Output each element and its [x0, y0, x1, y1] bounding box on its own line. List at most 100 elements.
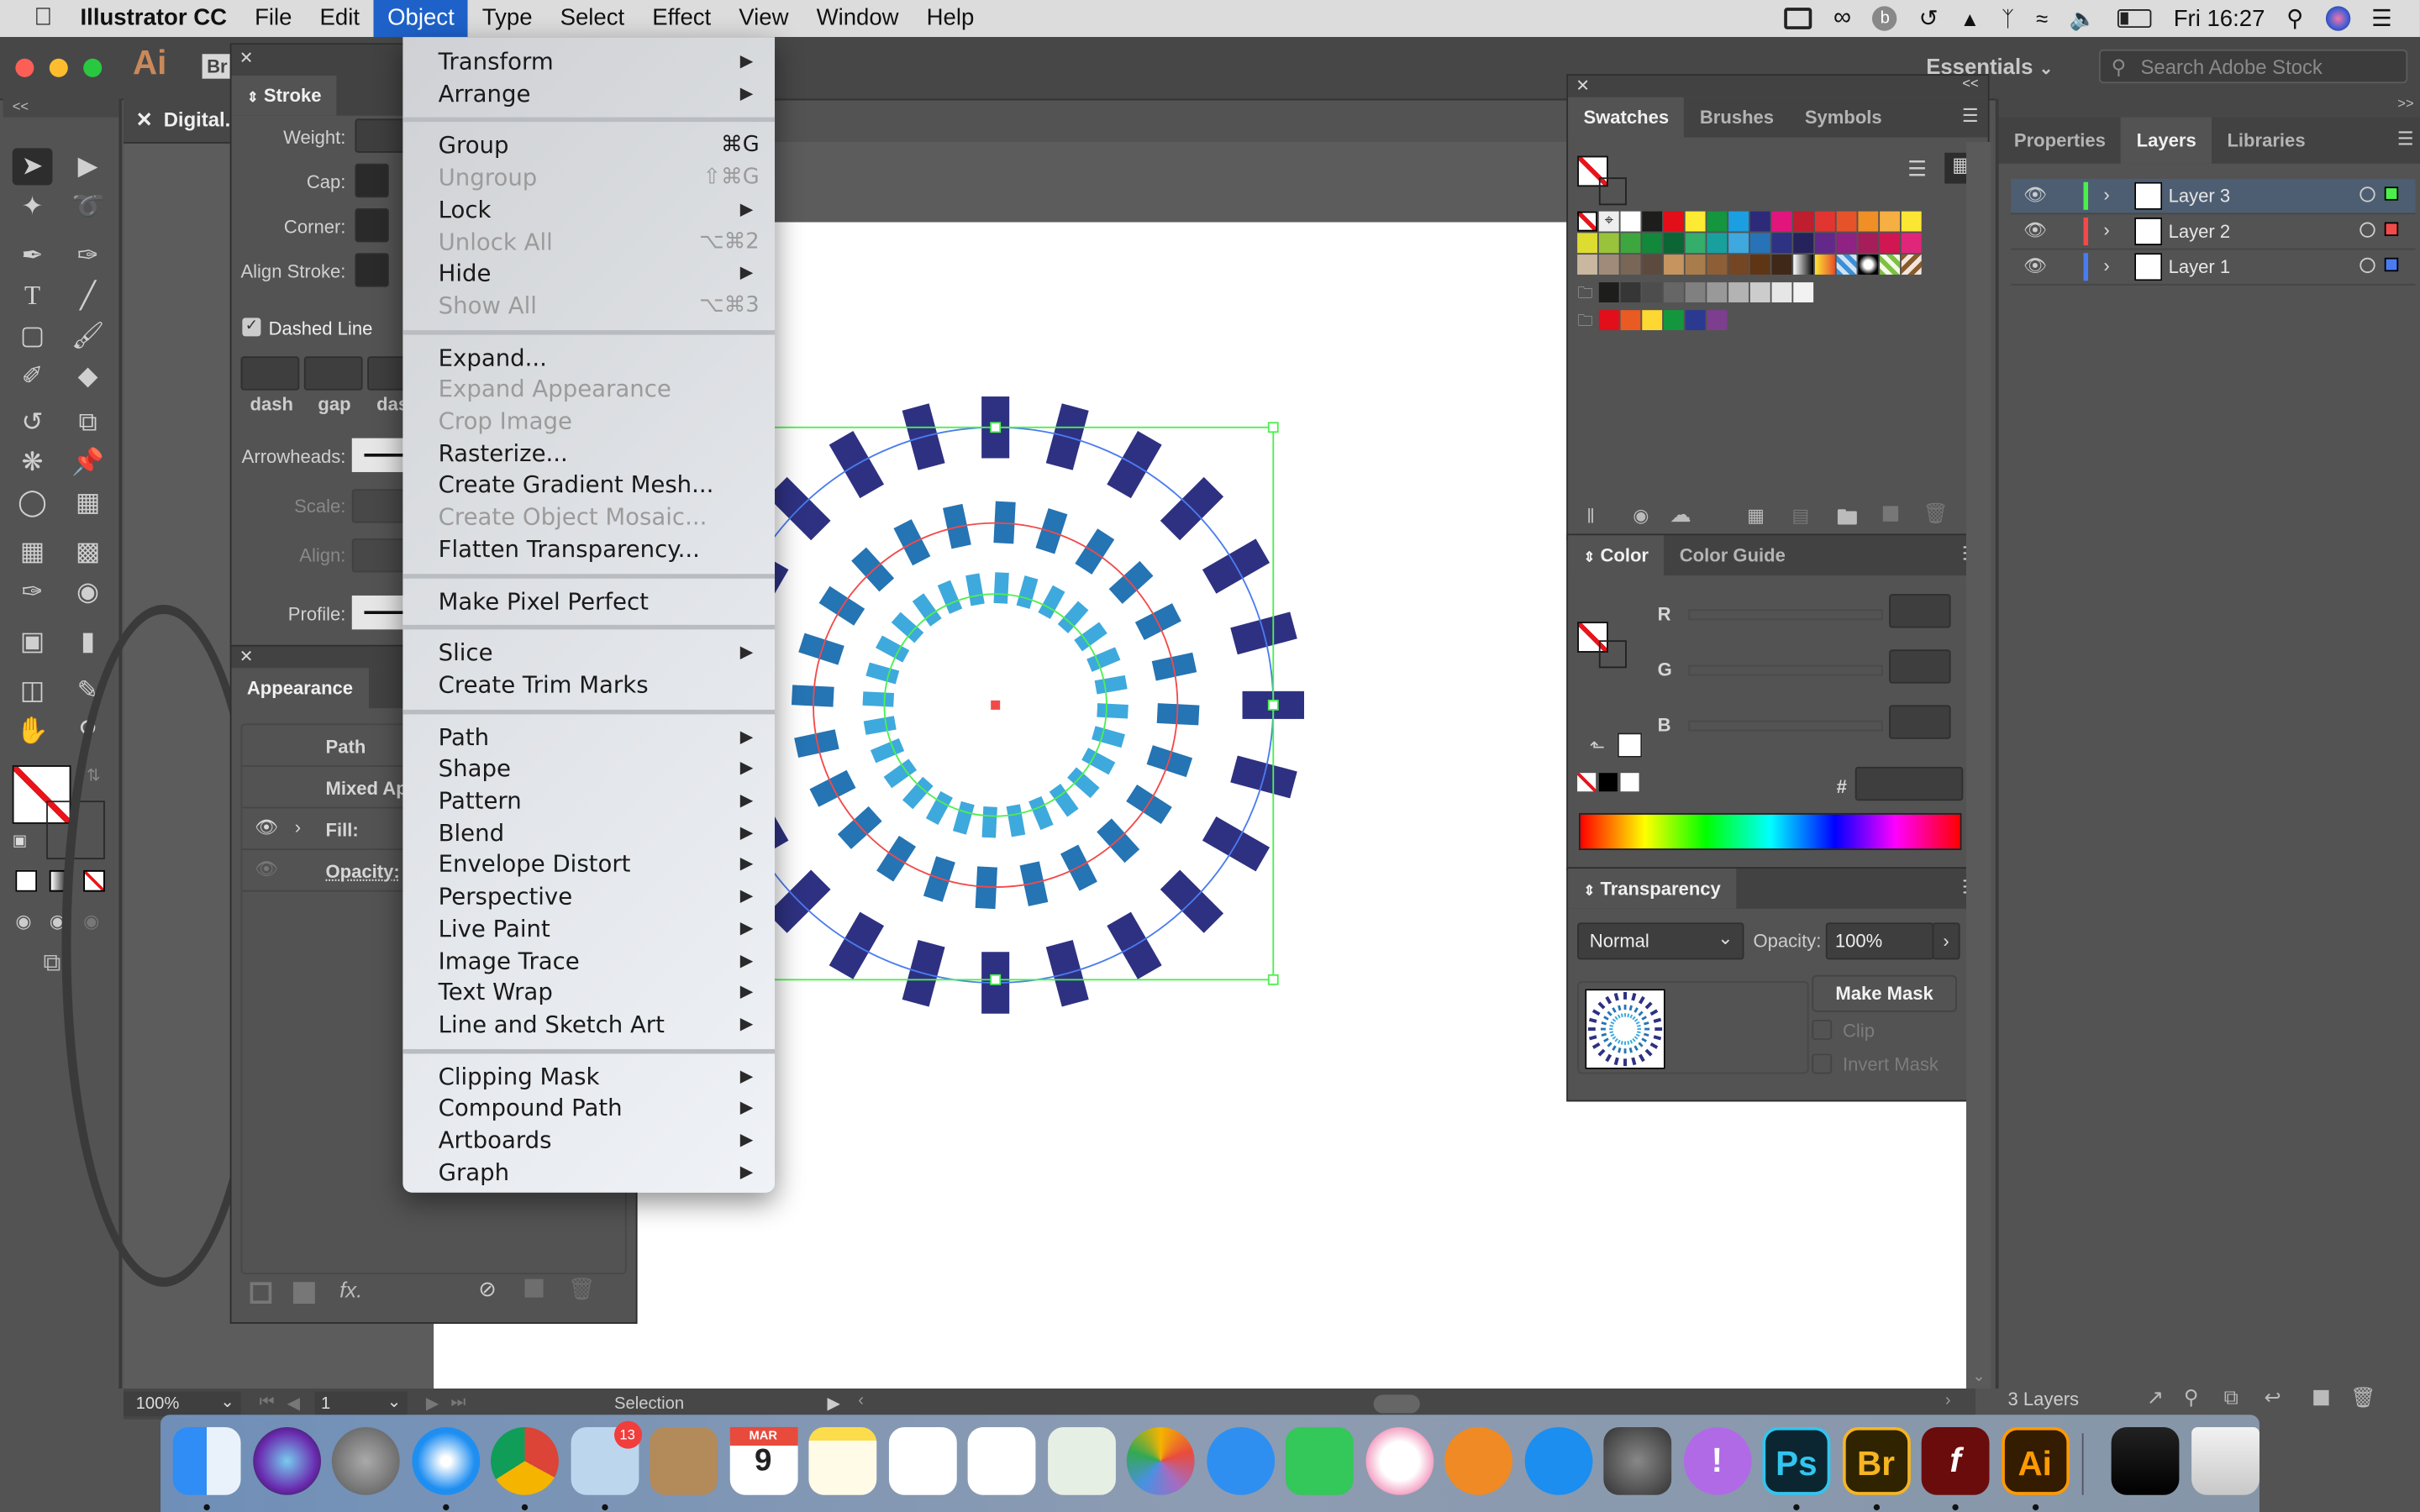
expand-chevron-icon[interactable]: ›: [295, 816, 301, 838]
swatch[interactable]: [1707, 233, 1728, 254]
swatch[interactable]: [1620, 233, 1641, 254]
visibility-eye-icon[interactable]: 👁: [2023, 219, 2047, 241]
swatch[interactable]: [1685, 282, 1706, 302]
app-menu[interactable]: Illustrator CC: [66, 0, 241, 37]
symbol-sprayer-tool-icon[interactable]: ▣: [13, 623, 53, 660]
channel-b-slider[interactable]: [1688, 720, 1883, 732]
tab-properties[interactable]: Properties: [1999, 118, 2122, 164]
menu-edit[interactable]: Edit: [306, 0, 374, 37]
dock-ibooks-icon[interactable]: [1444, 1426, 1512, 1495]
vertical-scrollbar[interactable]: ⌄: [1965, 141, 1991, 1389]
swatch[interactable]: [1620, 282, 1641, 302]
swatch[interactable]: [1598, 233, 1619, 254]
swatch-pattern[interactable]: [1901, 255, 1922, 275]
bluetooth-icon[interactable]: ᛉ: [2002, 6, 2014, 30]
dock-siri-icon[interactable]: [252, 1426, 321, 1495]
swatch[interactable]: [1814, 211, 1835, 232]
close-panel-icon[interactable]: ✕: [239, 48, 254, 68]
swatch[interactable]: [1728, 233, 1749, 254]
airplay-icon[interactable]: ▲: [1960, 7, 1980, 30]
menu-item-clipping-mask[interactable]: Clipping Mask ▶: [402, 1061, 775, 1092]
export-icon[interactable]: ↗: [2147, 1385, 2164, 1410]
menu-item-live-paint[interactable]: Live Paint ▶: [402, 913, 775, 944]
clear-appearance-icon[interactable]: ⊘: [478, 1276, 497, 1302]
menu-item-lock[interactable]: Lock ▶: [402, 194, 775, 225]
color-mode-button[interactable]: [15, 869, 38, 892]
shaper-tool-icon[interactable]: ✐: [13, 358, 53, 395]
tab-color[interactable]: ⇕ Color: [1568, 535, 1665, 576]
dashed-line-checkbox[interactable]: ✓: [242, 318, 261, 337]
hex-input[interactable]: [1854, 766, 1964, 801]
scroll-down-icon[interactable]: ⌄: [1972, 1368, 1985, 1385]
swatch[interactable]: [1728, 211, 1749, 232]
layer-name[interactable]: Layer 1: [2169, 256, 2231, 278]
menu-item-hide[interactable]: Hide ▶: [402, 258, 775, 289]
tab-layers[interactable]: Layers: [2121, 117, 2212, 164]
quick-black-swatch[interactable]: [1598, 773, 1618, 792]
menu-item-transform[interactable]: Transform ▶: [402, 46, 775, 77]
menu-view[interactable]: View: [725, 0, 802, 37]
creative-cloud-icon[interactable]: ∞: [1833, 5, 1851, 33]
artwork-thumbnail[interactable]: [1585, 989, 1665, 1069]
selection-indicator[interactable]: [2384, 222, 2399, 237]
dock-finder-icon[interactable]: [172, 1426, 241, 1495]
dock-reminders-icon[interactable]: [888, 1426, 956, 1495]
swatch[interactable]: [1771, 282, 1792, 302]
dock-downloads-icon[interactable]: [2111, 1426, 2180, 1495]
swatch[interactable]: [1728, 282, 1749, 302]
resize-handle[interactable]: [1267, 422, 1279, 433]
swatch-options-icon[interactable]: ▤: [1791, 505, 1809, 527]
zoom-select[interactable]: 100% ⌄: [123, 1391, 241, 1417]
menu-item-path[interactable]: Path ▶: [402, 722, 775, 753]
swatch[interactable]: [1598, 310, 1619, 331]
default-colors-icon[interactable]: ▣: [13, 833, 27, 850]
menu-item-compound-path[interactable]: Compound Path ▶: [402, 1093, 775, 1124]
swatch[interactable]: [1707, 211, 1728, 232]
menu-item-text-wrap[interactable]: Text Wrap ▶: [402, 977, 775, 1008]
time-machine-icon[interactable]: ↺: [1919, 5, 1939, 32]
zoom-window-button[interactable]: [83, 58, 103, 77]
color-group-folder-icon[interactable]: 🗀: [1577, 310, 1597, 330]
tool-status[interactable]: Selection: [614, 1394, 684, 1413]
channel-r-input[interactable]: [1889, 594, 1951, 628]
swatch[interactable]: [1793, 233, 1814, 254]
menu-help[interactable]: Help: [913, 0, 988, 37]
menu-item-create-gradient-mesh[interactable]: Create Gradient Mesh...: [402, 470, 775, 501]
swatch[interactable]: [1836, 211, 1857, 232]
gap-input-1[interactable]: [303, 356, 363, 391]
swatch[interactable]: [1793, 211, 1814, 232]
add-fill-icon[interactable]: [292, 1282, 315, 1305]
layer-row[interactable]: 👁 › Layer 3: [2011, 179, 2416, 215]
perspective-grid-tool-icon[interactable]: ▦: [68, 485, 108, 522]
scroll-thumb[interactable]: [1373, 1394, 1420, 1414]
menu-item-arrange[interactable]: Arrange ▶: [402, 78, 775, 109]
channel-g-slider[interactable]: [1688, 664, 1883, 676]
locate-object-icon[interactable]: ⚲: [2184, 1385, 2199, 1410]
collapse-toolbar-icon[interactable]: <<: [3, 98, 119, 118]
swatch[interactable]: [1771, 211, 1792, 232]
swatch[interactable]: [1620, 255, 1641, 275]
swatch-none[interactable]: [1577, 211, 1597, 232]
swatch[interactable]: [1749, 282, 1770, 302]
expand-chevron-icon[interactable]: ›: [2103, 255, 2109, 276]
scroll-right-icon[interactable]: ›: [1945, 1392, 1951, 1410]
expand-chevron-icon[interactable]: ›: [2103, 184, 2109, 206]
dock-photoshop-icon[interactable]: Ps: [1762, 1426, 1831, 1495]
target-circle-icon[interactable]: [2360, 257, 2375, 274]
expand-chevron-icon[interactable]: ›: [2103, 219, 2109, 241]
cloud-library-icon[interactable]: ☁: [1670, 501, 1691, 528]
visibility-eye-icon[interactable]: 👁: [2023, 184, 2047, 206]
channel-g-input[interactable]: [1889, 649, 1951, 684]
swatch-gradient[interactable]: [1793, 255, 1814, 275]
selection-indicator[interactable]: [2384, 257, 2399, 272]
dock-app-store-icon[interactable]: [1523, 1426, 1592, 1495]
menu-item-unlock-all[interactable]: Unlock All ⌥⌘2: [402, 226, 775, 257]
target-circle-icon[interactable]: [2360, 186, 2375, 202]
swatch-registration[interactable]: ⌖: [1598, 211, 1619, 232]
horizontal-scrollbar[interactable]: ‹ ›: [858, 1392, 1960, 1416]
apple-menu-icon[interactable]: : [0, 0, 66, 37]
swatch[interactable]: [1685, 255, 1706, 275]
new-sublayer-icon[interactable]: ↩: [2264, 1385, 2281, 1410]
out-of-gamut-swatch[interactable]: [1617, 732, 1643, 758]
swatch[interactable]: [1620, 211, 1641, 232]
